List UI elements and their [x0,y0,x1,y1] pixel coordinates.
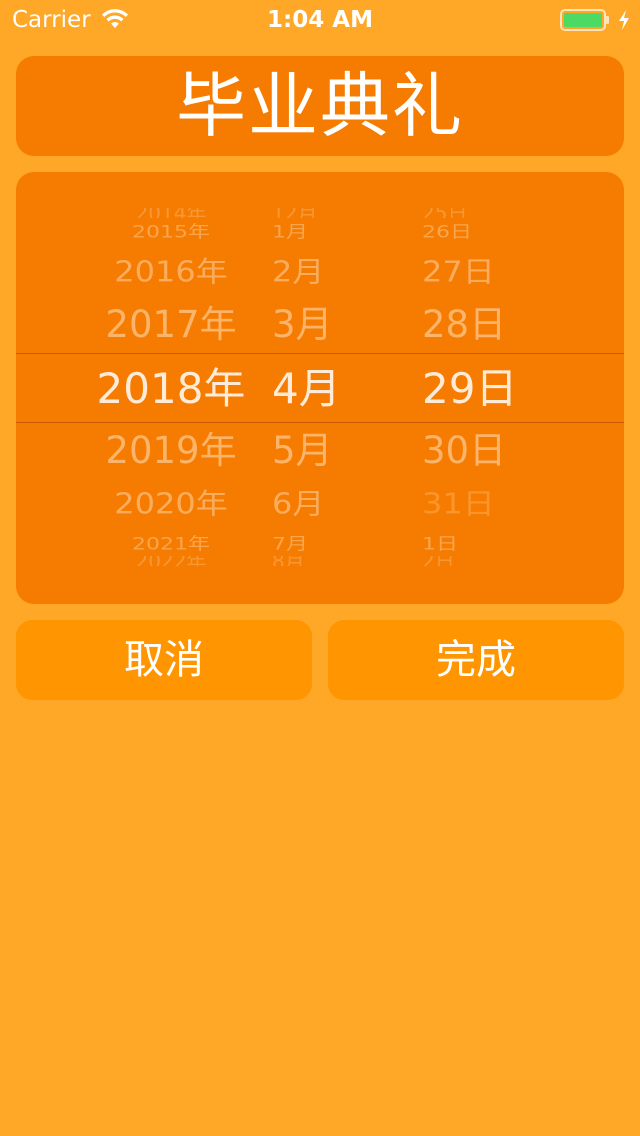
battery-icon [560,9,609,31]
status-bar: Carrier 1:04 AM [0,0,640,40]
date-picker[interactable]: 2014年 2015年 2016年 2017年 2018年 2019年 2020… [16,172,624,604]
bolt-icon [619,10,629,30]
year-option[interactable]: 2016年 [92,254,250,289]
year-selected[interactable]: 2018年 [92,365,250,413]
month-option[interactable]: 12月 [272,208,362,218]
day-option[interactable]: 26日 [422,223,532,243]
day-option[interactable]: 28日 [422,304,532,346]
month-option[interactable]: 3月 [272,304,362,346]
year-option[interactable]: 2021年 [92,535,250,555]
month-option[interactable]: 2月 [272,254,362,289]
year-wheel[interactable]: 2014年 2015年 2016年 2017年 2018年 2019年 2020… [92,172,250,604]
month-wheel[interactable]: 12月 1月 2月 3月 4月 5月 6月 7月 8月 [272,172,362,604]
month-option[interactable]: 8月 [272,556,362,566]
year-option[interactable]: 2022年 [92,556,250,566]
day-selected[interactable]: 29日 [422,365,532,413]
month-option[interactable]: 7月 [272,535,362,555]
day-option[interactable]: 1日 [422,535,532,555]
day-option-disabled: 31日 [422,487,495,521]
day-wheel[interactable]: 25日 26日 27日 28日 29日 30日 31日 1日 2日 [422,172,532,604]
day-option[interactable]: 25日 [422,208,532,218]
month-option[interactable]: 5月 [272,430,362,472]
month-option[interactable]: 6月 [272,486,362,521]
month-option[interactable]: 1月 [272,223,362,243]
day-option[interactable]: 27日 [422,254,532,289]
cancel-button[interactable]: 取消 [16,620,312,700]
day-option[interactable]: 2日 [422,556,532,566]
status-time: 1:04 AM [267,7,373,33]
year-option[interactable]: 2014年 [92,208,250,218]
event-title: 毕业典礼 [176,65,464,147]
done-button[interactable]: 完成 [328,620,624,700]
year-option[interactable]: 2017年 [92,304,250,346]
day-option[interactable]: 30日 [422,430,532,472]
title-card: 毕业典礼 [16,56,624,156]
year-option[interactable]: 2019年 [92,430,250,472]
year-option[interactable]: 2015年 [92,223,250,243]
year-option[interactable]: 2020年 [92,486,250,521]
month-selected[interactable]: 4月 [272,365,362,413]
